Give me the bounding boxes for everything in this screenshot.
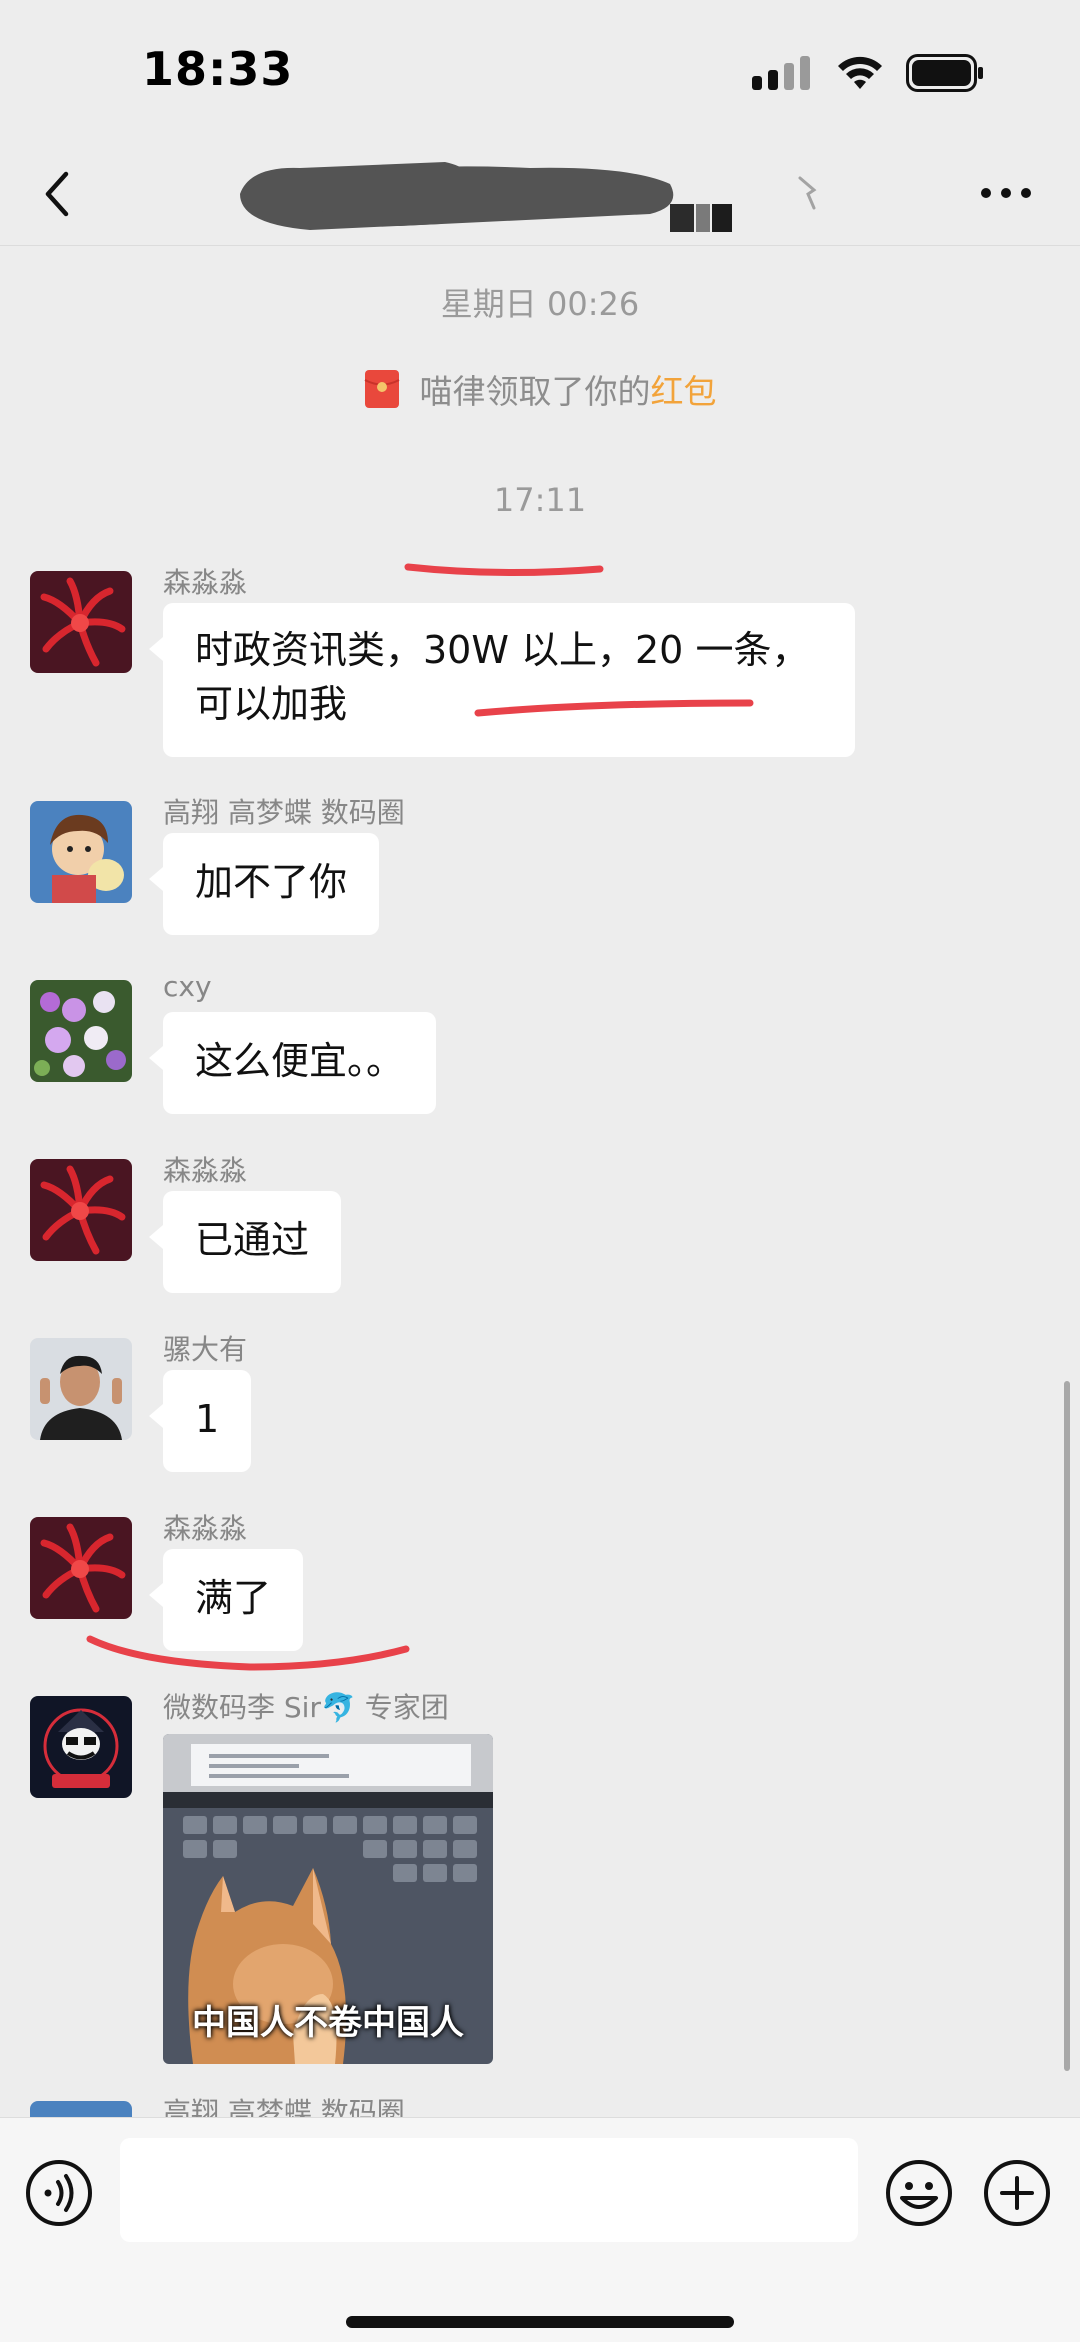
message-text-line: 时政资讯类，30W 以上，20 一条， (195, 628, 810, 672)
mute-bell-icon (798, 176, 817, 210)
sender-name: 森淼淼 (163, 1154, 248, 1187)
sender-name: 微数码李 Sir🐬 专家团 (163, 1691, 449, 1724)
chevron-left-icon[interactable] (34, 166, 82, 222)
message-bubble[interactable]: 时政资讯类，30W 以上，20 一条， 可以加我 (149, 603, 855, 757)
status-bar: 18:33 (0, 0, 1080, 140)
message-text-line: 可以加我 (195, 682, 348, 726)
sender-name: 高翔 高梦蝶 数码圈 (163, 796, 405, 829)
meme-image[interactable]: 中国人不卷中国人 (163, 1734, 493, 2064)
red-packet-notice-text: 喵律领取了你的 (419, 372, 651, 411)
sender-name: cxy (163, 970, 212, 1003)
voice-icon[interactable] (24, 2158, 94, 2228)
avatar-cartoon-girl[interactable] (30, 2101, 132, 2117)
meme-caption: 中国人不卷中国人 (192, 2003, 464, 2043)
avatar-red-flower[interactable] (30, 1159, 132, 1261)
emoji-icon[interactable] (884, 2158, 954, 2228)
avatar-red-flower[interactable] (30, 1517, 132, 1619)
avatar-all-buy-logo[interactable] (30, 1696, 132, 1798)
message-input[interactable] (120, 2138, 858, 2242)
chat-header (0, 140, 1080, 246)
avatar-flowers[interactable] (30, 980, 132, 1082)
message-bubble[interactable]: 满了 (148, 1549, 304, 1651)
input-bar (0, 2117, 1080, 2342)
avatar-man-photo[interactable] (30, 1338, 132, 1440)
message-bubble[interactable]: 这么便宜。。 (148, 1012, 437, 1114)
sender-name: 森淼淼 (163, 1512, 248, 1545)
sender-name: 高翔 高梦蝶 数码圈 (163, 2096, 405, 2117)
annotation-underline (404, 563, 604, 577)
status-icons (752, 54, 984, 92)
plus-circle-icon[interactable] (982, 2158, 1052, 2228)
message-list[interactable]: 星期日 00:26 喵律领取了你的红包 17:11 森淼淼 时政资讯类，30W … (0, 247, 1080, 2117)
more-horizontal-icon[interactable] (978, 178, 1034, 208)
sender-name: 骡大有 (163, 1333, 248, 1366)
red-packet-link[interactable]: 红包 (651, 372, 717, 411)
status-time: 18:33 (142, 42, 294, 96)
scrollbar[interactable] (1064, 1381, 1070, 2071)
system-timestamp: 星期日 00:26 (440, 285, 640, 323)
battery-icon (906, 54, 983, 92)
avatar-cartoon-girl[interactable] (30, 801, 132, 903)
redacted-chat-title (240, 162, 732, 232)
chat-screen: 18:33 星期日 00:26 喵律领取了你的红包 17:11 森淼淼 时政资讯… (0, 0, 1080, 2342)
wifi-icon (838, 56, 882, 89)
sender-name: 森淼淼 (163, 566, 248, 599)
avatar-red-flower[interactable] (30, 571, 132, 673)
message-bubble[interactable]: 加不了你 (148, 833, 380, 935)
red-packet-notice: 喵律领取了你的红包 (0, 365, 1080, 413)
system-timestamp: 17:11 (493, 481, 587, 519)
message-bubble[interactable]: 已通过 (148, 1191, 342, 1293)
red-packet-icon (364, 370, 399, 408)
message-bubble[interactable]: 1 (148, 1370, 252, 1472)
home-indicator[interactable] (346, 2316, 734, 2328)
signal-icon (752, 56, 810, 90)
